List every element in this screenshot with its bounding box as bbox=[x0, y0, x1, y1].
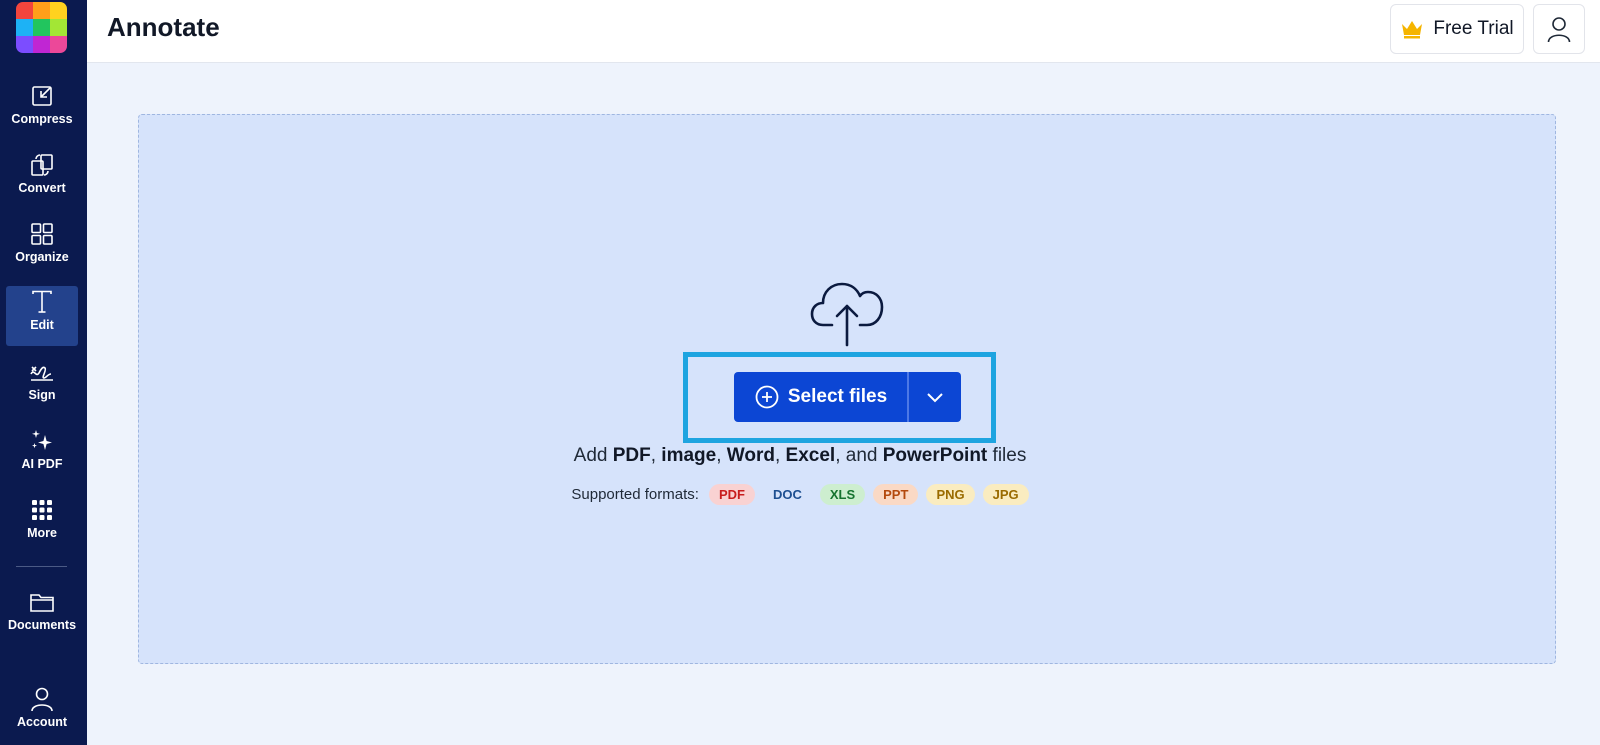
sidebar-item-edit[interactable]: Edit bbox=[6, 286, 78, 346]
logo-cell bbox=[33, 36, 50, 53]
logo-cell bbox=[33, 2, 50, 19]
formats-label: Supported formats: bbox=[571, 486, 699, 503]
sidebar: Compress Convert Organize Edit Sign AI P… bbox=[0, 0, 87, 745]
top-header: Annotate Free Trial bbox=[87, 0, 1600, 63]
crown-icon bbox=[1402, 21, 1423, 39]
convert-icon bbox=[31, 154, 53, 176]
format-badge-jpg: JPG bbox=[982, 484, 1029, 505]
cloud-upload-icon bbox=[810, 282, 884, 347]
sidebar-item-documents[interactable]: Documents bbox=[5, 586, 79, 646]
select-files-dropdown-button[interactable] bbox=[909, 372, 961, 422]
supported-files-text: Add PDF, image, Word, Excel, and PowerPo… bbox=[0, 445, 1600, 467]
logo-cell bbox=[16, 36, 33, 53]
add-text-powerpoint: PowerPoint bbox=[882, 445, 988, 466]
sidebar-item-label: Compress bbox=[11, 112, 73, 126]
sidebar-item-label: Documents bbox=[7, 618, 77, 632]
add-text-excel: Excel bbox=[785, 445, 836, 466]
add-text-post: files bbox=[992, 445, 1027, 466]
comma: , bbox=[650, 445, 662, 466]
folder-icon bbox=[30, 594, 54, 612]
sidebar-item-convert[interactable]: Convert bbox=[6, 149, 78, 209]
select-files-button[interactable]: Select files bbox=[734, 372, 908, 422]
add-text-pre: Add bbox=[573, 445, 608, 466]
format-badge-ppt: PPT bbox=[873, 484, 919, 505]
free-trial-label: Free Trial bbox=[1433, 18, 1514, 39]
format-badge-pdf: PDF bbox=[708, 484, 755, 505]
app-logo[interactable] bbox=[16, 2, 67, 53]
logo-cell bbox=[16, 19, 33, 36]
comma: , bbox=[716, 445, 727, 466]
comma: , bbox=[774, 445, 786, 466]
logo-cell bbox=[33, 19, 50, 36]
add-text-word: Word bbox=[726, 445, 775, 466]
sidebar-item-label: Account bbox=[17, 715, 67, 729]
sidebar-item-label: Convert bbox=[18, 181, 66, 195]
chevron-down-icon bbox=[927, 393, 943, 403]
format-badge-doc: DOC bbox=[762, 484, 812, 505]
logo-cell bbox=[50, 2, 67, 19]
free-trial-button[interactable]: Free Trial bbox=[1390, 4, 1524, 54]
sidebar-item-label: More bbox=[27, 526, 57, 540]
sidebar-item-sign[interactable]: Sign bbox=[6, 356, 78, 416]
sidebar-item-account[interactable]: Account bbox=[6, 683, 78, 743]
page-title: Annotate bbox=[107, 12, 220, 42]
sidebar-item-compress[interactable]: Compress bbox=[6, 80, 78, 140]
sidebar-item-label: Edit bbox=[30, 318, 54, 332]
sidebar-divider bbox=[16, 566, 67, 567]
edit-text-icon bbox=[32, 290, 52, 313]
add-text-and: and bbox=[845, 445, 878, 466]
sidebar-item-label: Organize bbox=[15, 250, 69, 264]
format-badge-png: PNG bbox=[926, 484, 975, 505]
add-text-pdf: PDF bbox=[612, 445, 651, 466]
user-icon bbox=[31, 687, 53, 712]
signature-icon bbox=[30, 366, 53, 381]
logo-cell bbox=[50, 19, 67, 36]
sidebar-item-label: Sign bbox=[28, 388, 56, 402]
format-badge-xls: XLS bbox=[819, 484, 866, 505]
organize-icon bbox=[31, 223, 53, 245]
plus-circle-icon bbox=[755, 385, 779, 409]
sidebar-item-organize[interactable]: Organize bbox=[6, 218, 78, 278]
select-files-label: Select files bbox=[787, 386, 888, 407]
comma: , bbox=[835, 445, 846, 466]
user-account-button[interactable] bbox=[1533, 4, 1585, 54]
supported-formats: Supported formats: PDF DOC XLS PPT PNG J… bbox=[0, 484, 1600, 505]
logo-cell bbox=[16, 2, 33, 19]
compress-icon bbox=[32, 86, 52, 106]
add-text-image: image bbox=[661, 445, 717, 466]
user-icon bbox=[1547, 17, 1571, 43]
logo-cell bbox=[50, 36, 67, 53]
